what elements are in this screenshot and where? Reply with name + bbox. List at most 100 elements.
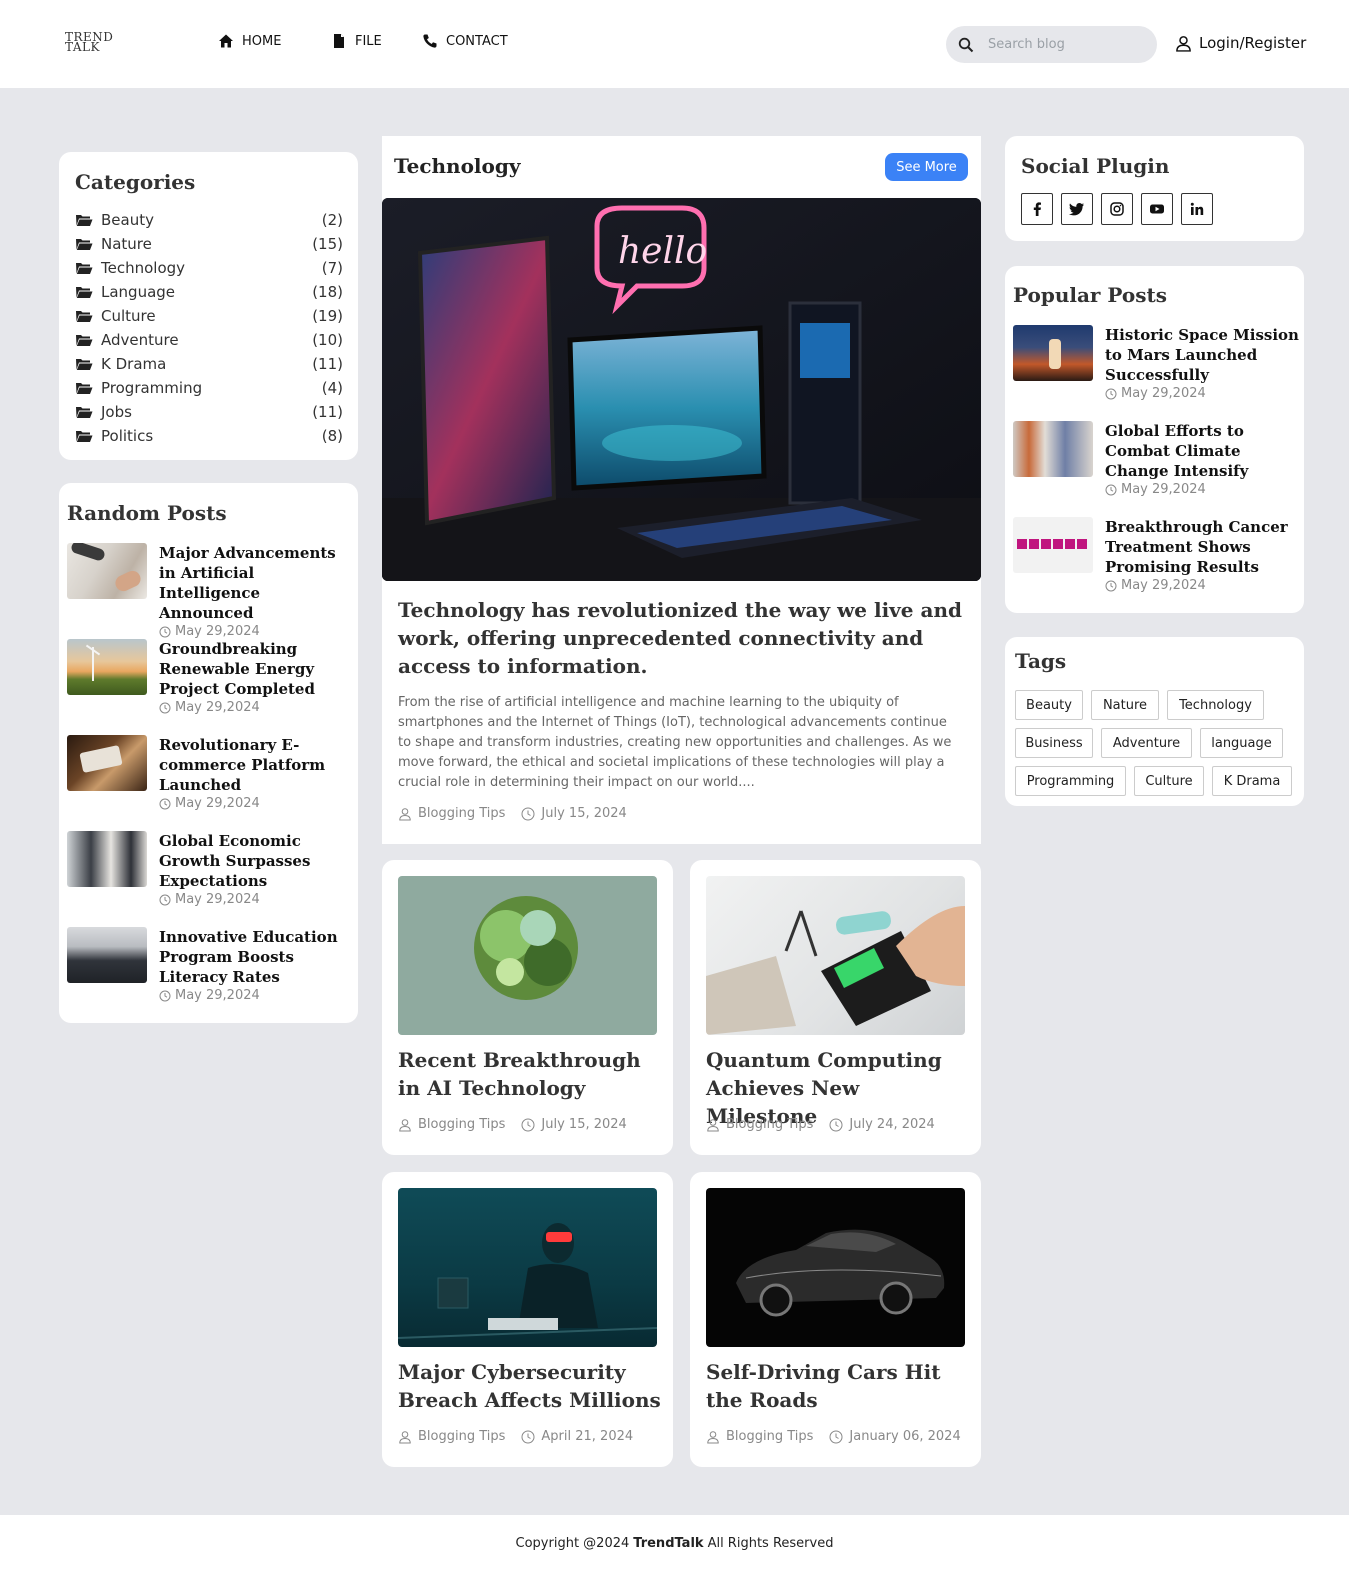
footer-brand[interactable]: TrendTalk bbox=[633, 1536, 703, 1551]
category-name: Language bbox=[101, 283, 176, 301]
post-card-date: January 06, 2024 bbox=[849, 1429, 961, 1444]
category-item[interactable]: Culture (19) bbox=[75, 304, 343, 328]
clock-icon bbox=[1105, 580, 1117, 591]
tag-language[interactable]: language bbox=[1200, 728, 1283, 758]
folder-open-icon bbox=[76, 239, 93, 250]
categories-title: Categories bbox=[75, 170, 196, 194]
nav-file[interactable]: FILE bbox=[331, 33, 382, 49]
category-item[interactable]: Adventure (10) bbox=[75, 328, 343, 352]
category-item[interactable]: Politics (8) bbox=[75, 424, 343, 448]
random-post-item[interactable]: Major Advancements in Artificial Intelli… bbox=[67, 543, 357, 639]
random-post-item[interactable]: Revolutionary E-commerce Platform Launch… bbox=[67, 735, 357, 811]
social-plugin-widget: Social Plugin bbox=[1005, 136, 1304, 241]
social-plugin-title: Social Plugin bbox=[1021, 154, 1170, 178]
linkedin-link[interactable] bbox=[1181, 193, 1213, 225]
popular-post-item[interactable]: Historic Space Mission to Mars Launched … bbox=[1013, 325, 1303, 401]
cybersecurity-image[interactable] bbox=[398, 1188, 657, 1347]
youtube-link[interactable] bbox=[1141, 193, 1173, 225]
category-count: (19) bbox=[312, 307, 343, 325]
see-more-button[interactable]: See More bbox=[885, 153, 968, 181]
popular-post-title: Historic Space Mission to Mars Launched … bbox=[1105, 326, 1299, 384]
category-item[interactable]: K Drama (11) bbox=[75, 352, 343, 376]
user-icon bbox=[399, 1430, 411, 1443]
nav-home[interactable]: HOME bbox=[218, 33, 281, 49]
facebook-icon bbox=[1033, 202, 1041, 216]
random-post-item[interactable]: Global Economic Growth Surpasses Expecta… bbox=[67, 831, 357, 907]
hero-post-title[interactable]: Technology has revolutionized the way we… bbox=[398, 596, 968, 680]
post-card-author[interactable]: Blogging Tips bbox=[418, 1429, 505, 1444]
vr-person-illustration bbox=[398, 1223, 657, 1339]
category-name: K Drama bbox=[101, 355, 167, 373]
post-card-title[interactable]: Major Cybersecurity Breach Affects Milli… bbox=[398, 1358, 664, 1414]
twitter-icon bbox=[1069, 203, 1084, 216]
clock-icon bbox=[159, 702, 171, 713]
post-card-author[interactable]: Blogging Tips bbox=[726, 1429, 813, 1444]
twitter-link[interactable] bbox=[1061, 193, 1093, 225]
neon-sign-text: hello bbox=[618, 231, 707, 272]
clock-icon bbox=[159, 626, 171, 637]
self-driving-car-image[interactable] bbox=[706, 1188, 965, 1347]
folder-open-icon bbox=[76, 383, 93, 394]
random-post-date: May 29,2024 bbox=[159, 988, 357, 1003]
clock-icon bbox=[521, 1430, 535, 1443]
hero-date: July 15, 2024 bbox=[541, 806, 627, 821]
popular-post-date: May 29,2024 bbox=[1105, 482, 1303, 497]
search-icon[interactable] bbox=[958, 37, 974, 53]
category-item[interactable]: Jobs (11) bbox=[75, 400, 343, 424]
hero-image[interactable]: hello bbox=[382, 198, 981, 581]
folder-open-icon bbox=[76, 287, 93, 298]
ai-technology-image[interactable] bbox=[398, 876, 657, 1035]
popular-post-title: Global Efforts to Combat Climate Change … bbox=[1105, 422, 1249, 480]
popular-post-item[interactable]: Global Efforts to Combat Climate Change … bbox=[1013, 421, 1303, 497]
instagram-link[interactable] bbox=[1101, 193, 1133, 225]
folder-open-icon bbox=[76, 407, 93, 418]
category-item[interactable]: Nature (15) bbox=[75, 232, 343, 256]
post-card-meta: Blogging Tips April 21, 2024 bbox=[398, 1429, 633, 1444]
post-card: Major Cybersecurity Breach Affects Milli… bbox=[382, 1172, 673, 1467]
post-card-author[interactable]: Blogging Tips bbox=[418, 1117, 505, 1132]
popular-post-item[interactable]: Breakthrough Cancer Treatment Shows Prom… bbox=[1013, 517, 1303, 593]
tag-nature[interactable]: Nature bbox=[1091, 690, 1159, 720]
category-item[interactable]: Programming (4) bbox=[75, 376, 343, 400]
category-name: Adventure bbox=[101, 331, 179, 349]
tag-k-drama[interactable]: K Drama bbox=[1212, 766, 1292, 796]
site-logo[interactable]: TREND TALK bbox=[65, 31, 121, 53]
folder-open-icon bbox=[76, 311, 93, 322]
clock-icon bbox=[159, 798, 171, 809]
user-icon bbox=[1176, 35, 1191, 52]
category-name: Culture bbox=[101, 307, 156, 325]
category-item[interactable]: Technology (7) bbox=[75, 256, 343, 280]
post-card-title[interactable]: Self-Driving Cars Hit the Roads bbox=[706, 1358, 972, 1414]
post-card-title[interactable]: Recent Breakthrough in AI Technology bbox=[398, 1046, 664, 1102]
post-card-author[interactable]: Blogging Tips bbox=[726, 1117, 813, 1132]
random-post-item[interactable]: Groundbreaking Renewable Energy Project … bbox=[67, 639, 357, 715]
climate-change-thumbnail bbox=[1013, 421, 1093, 477]
popular-post-date-text: May 29,2024 bbox=[1121, 386, 1206, 401]
random-post-item[interactable]: Innovative Education Program Boosts Lite… bbox=[67, 927, 357, 1003]
tag-programming[interactable]: Programming bbox=[1015, 766, 1126, 796]
footer-copyright: Copyright @2024 bbox=[515, 1535, 630, 1551]
tag-adventure[interactable]: Adventure bbox=[1101, 728, 1192, 758]
category-item[interactable]: Beauty (2) bbox=[75, 208, 343, 232]
tag-technology[interactable]: Technology bbox=[1167, 690, 1264, 720]
quantum-computing-image[interactable] bbox=[706, 876, 965, 1035]
category-count: (2) bbox=[321, 211, 343, 229]
random-posts-widget: Random Posts Major Advancements in Artif… bbox=[59, 483, 358, 1023]
nav-contact[interactable]: CONTACT bbox=[422, 33, 508, 49]
login-register-link[interactable]: Login/Register bbox=[1175, 34, 1306, 52]
random-post-title: Global Economic Growth Surpasses Expecta… bbox=[159, 832, 311, 890]
category-name: Jobs bbox=[101, 403, 132, 421]
category-item[interactable]: Language (18) bbox=[75, 280, 343, 304]
green-crystal-illustration bbox=[474, 896, 578, 1000]
random-post-date: May 29,2024 bbox=[159, 624, 357, 639]
tag-beauty[interactable]: Beauty bbox=[1015, 690, 1083, 720]
tag-business[interactable]: Business bbox=[1015, 728, 1093, 758]
facebook-link[interactable] bbox=[1021, 193, 1053, 225]
category-count: (7) bbox=[321, 259, 343, 277]
category-name: Programming bbox=[101, 379, 203, 397]
tag-culture[interactable]: Culture bbox=[1134, 766, 1204, 796]
cancer-treatment-thumbnail bbox=[1013, 517, 1093, 573]
random-post-date: May 29,2024 bbox=[159, 892, 357, 907]
search-input[interactable] bbox=[988, 37, 1138, 52]
hero-author[interactable]: Blogging Tips bbox=[418, 806, 505, 821]
